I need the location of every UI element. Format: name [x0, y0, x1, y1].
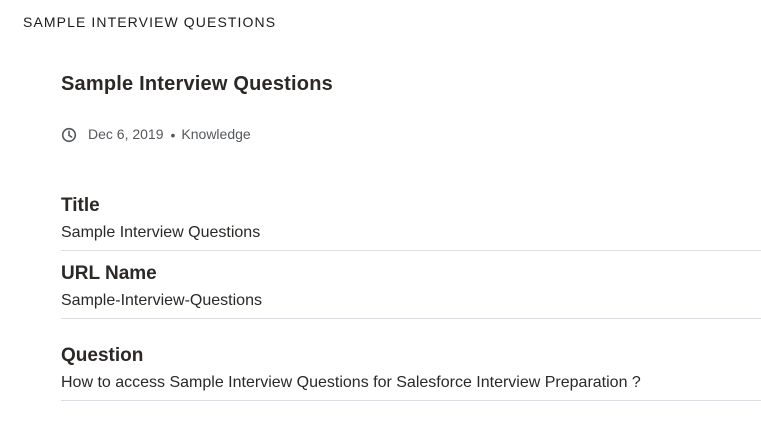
meta-separator: •	[170, 127, 176, 143]
field-value: Sample-Interview-Questions	[61, 292, 262, 309]
page-header: SAMPLE INTERVIEW QUESTIONS	[23, 14, 277, 30]
field-url-name: URL Name Sample-Interview-Questions	[61, 263, 761, 319]
field-value: Sample Interview Questions	[61, 224, 261, 241]
article-date: Dec 6, 2019	[88, 126, 164, 142]
article-category[interactable]: Knowledge	[181, 126, 250, 142]
field-value: How to access Sample Interview Questions…	[61, 374, 641, 391]
field-label: URL Name	[61, 263, 157, 284]
field-label: Title	[61, 195, 100, 216]
article: Sample Interview Questions Dec 6, 2019 •…	[61, 70, 761, 401]
clock-icon	[61, 127, 77, 143]
article-meta: Dec 6, 2019 • Knowledge	[61, 124, 761, 144]
article-fields: Title Sample Interview Questions URL Nam…	[61, 195, 761, 401]
field-label: Question	[61, 345, 144, 366]
article-title: Sample Interview Questions	[61, 73, 333, 95]
field-question: Question How to access Sample Interview …	[61, 345, 761, 401]
field-title: Title Sample Interview Questions	[61, 195, 761, 251]
